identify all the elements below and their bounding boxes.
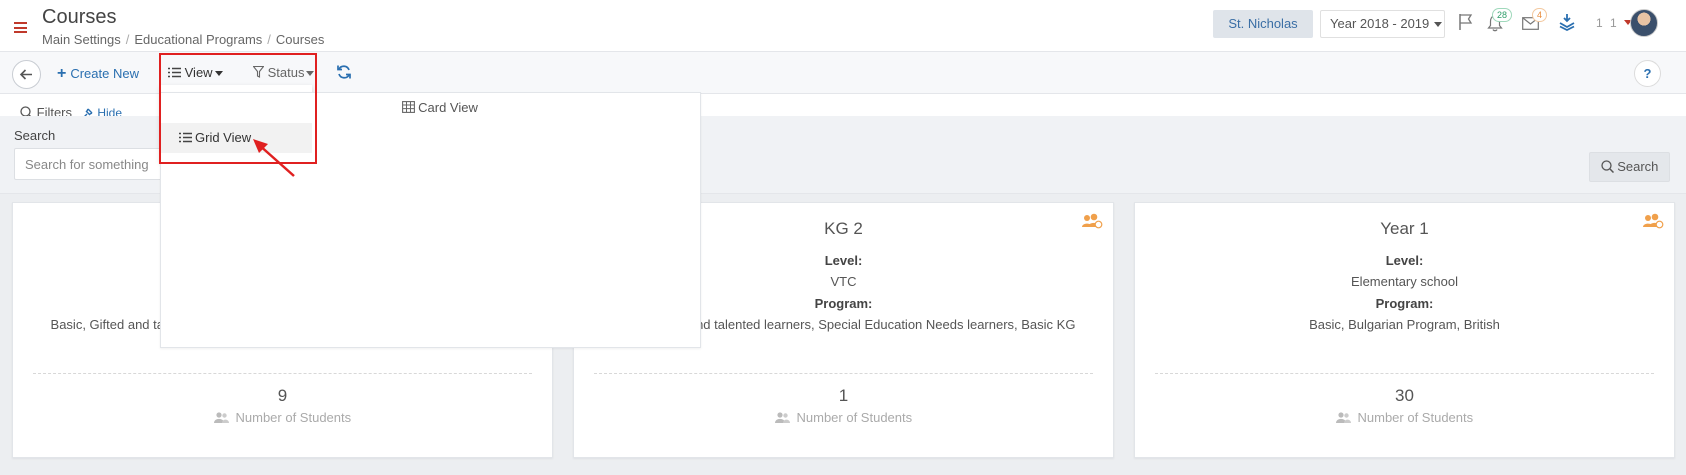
year-selector-dropdown[interactable]: Year 2018 - 2019 [1320, 10, 1445, 38]
level-value: Elementary school [1351, 274, 1458, 289]
users-group-icon [1643, 213, 1664, 229]
number-of-students-label: Number of Students [796, 410, 913, 425]
plus-icon: + [57, 65, 67, 82]
hamburger-menu-icon[interactable] [14, 22, 27, 33]
search-icon [1600, 160, 1614, 174]
program-value: Basic, Bulgarian Program, British [1309, 317, 1500, 332]
messages-button[interactable]: 4 [1521, 8, 1551, 38]
top-header: Courses Main Settings / Educational Progra… [0, 0, 1686, 52]
help-button[interactable]: ? [1634, 60, 1661, 87]
page-title: Courses [42, 6, 117, 28]
number-of-students-label: Number of Students [1357, 410, 1474, 425]
school-selector-button[interactable]: St. Nicholas [1213, 10, 1313, 38]
breadcrumb-educational-programs[interactable]: Educational Programs [134, 32, 262, 47]
card-divider [594, 373, 1093, 374]
students-label-row: Number of Students [574, 410, 1113, 425]
notifications-button[interactable]: 28 [1486, 8, 1516, 38]
search-button[interactable]: Search [1589, 152, 1670, 182]
users-icon [774, 412, 790, 423]
chevron-down-icon [1434, 22, 1443, 28]
back-button[interactable] [12, 60, 41, 89]
user-avatar[interactable] [1630, 9, 1658, 37]
card-view-label: Card View [418, 100, 478, 115]
flag-icon[interactable] [1458, 13, 1474, 31]
search-button-label: Search [1617, 159, 1659, 174]
program-label: Program: [1375, 296, 1434, 311]
arrow-left-icon [19, 69, 32, 80]
student-count: 1 [838, 386, 849, 405]
users-icon [1335, 412, 1351, 423]
user-number[interactable]: 1 1 [1596, 16, 1619, 30]
students-label-row: Number of Students [13, 410, 552, 425]
breadcrumb: Main Settings / Educational Programs / Cours… [42, 32, 325, 47]
student-count: 9 [277, 386, 288, 405]
refresh-icon[interactable] [336, 64, 352, 80]
card-divider [1155, 373, 1654, 374]
card-divider [33, 373, 532, 374]
messages-count-badge: 4 [1532, 8, 1548, 22]
search-label: Search [14, 128, 56, 143]
users-icon [213, 412, 229, 423]
create-new-button[interactable]: + Create New [57, 65, 139, 83]
layers-icon[interactable] [1558, 13, 1576, 31]
breadcrumb-courses: Courses [275, 32, 325, 47]
students-label-row: Number of Students [1135, 410, 1674, 425]
breadcrumb-main-settings[interactable]: Main Settings [42, 32, 121, 47]
users-group-icon [1082, 213, 1103, 229]
course-card[interactable]: Year 1 Level: Elementary school Program:… [1134, 202, 1675, 458]
level-label: Level: [1385, 253, 1424, 268]
create-new-label: Create New [70, 66, 139, 81]
course-name: Year 1 [1380, 219, 1429, 238]
annotation-arrow-icon [253, 139, 295, 177]
table-icon [402, 101, 416, 113]
notifications-count-badge: 28 [1492, 8, 1513, 22]
student-count: 30 [1395, 386, 1414, 405]
year-selector-label: Year 2018 - 2019 [1330, 16, 1430, 31]
number-of-students-label: Number of Students [235, 410, 352, 425]
